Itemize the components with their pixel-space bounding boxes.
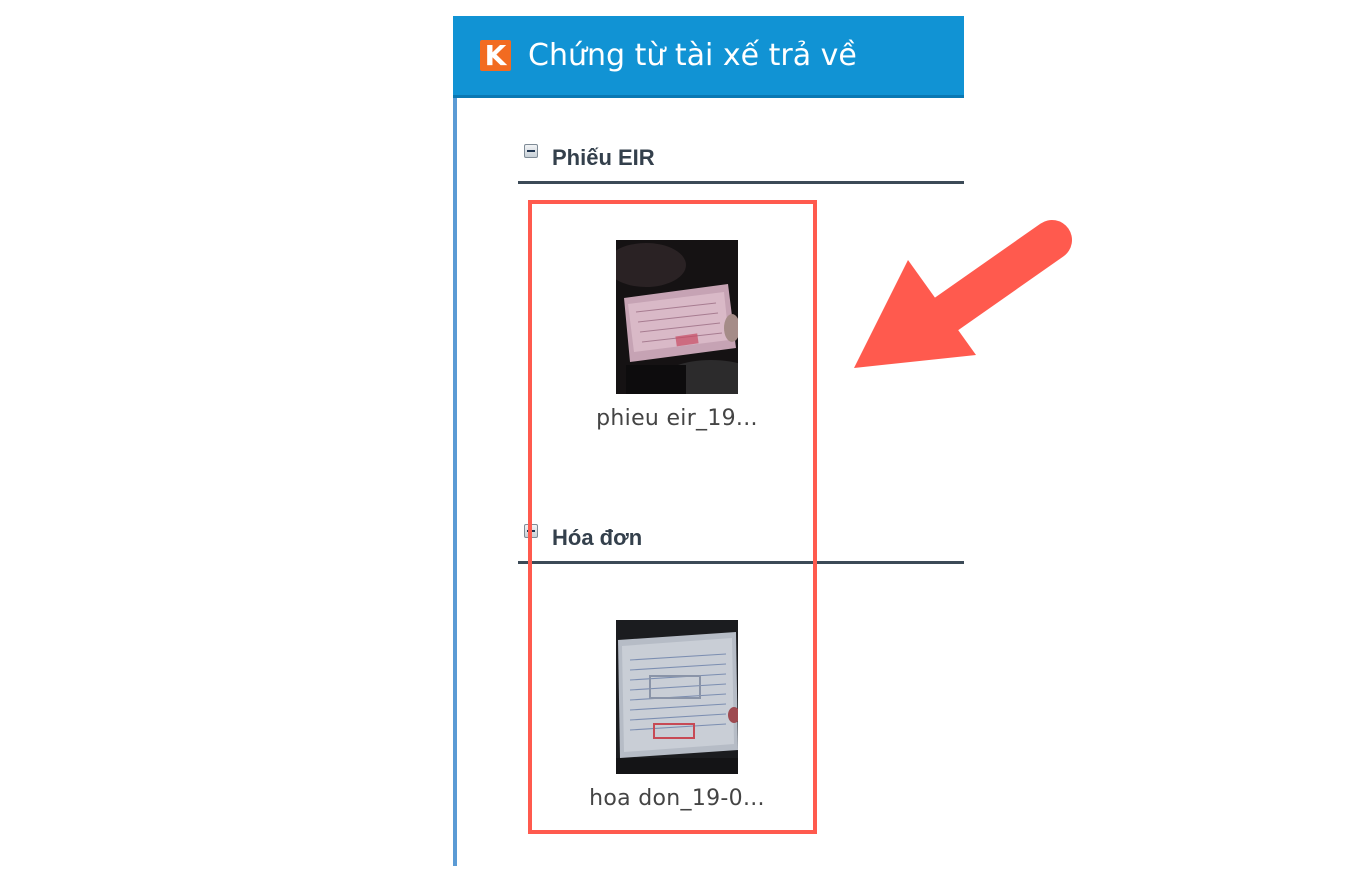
collapse-minus-icon[interactable] xyxy=(524,144,538,158)
section-header-phieu-eir[interactable]: Phiếu EIR xyxy=(518,144,964,184)
app-logo-icon: K xyxy=(480,40,511,71)
section-label: Phiếu EIR xyxy=(552,145,655,170)
window-title: Chứng từ tài xế trả về xyxy=(528,38,857,73)
screenshot-stage: K Chứng từ tài xế trả về Phiếu EIR phieu… xyxy=(0,0,1362,874)
annotation-arrow-icon xyxy=(854,220,1072,368)
window-left-border xyxy=(453,16,457,866)
window-titlebar: K Chứng từ tài xế trả về xyxy=(453,16,964,98)
highlight-box xyxy=(528,200,817,834)
